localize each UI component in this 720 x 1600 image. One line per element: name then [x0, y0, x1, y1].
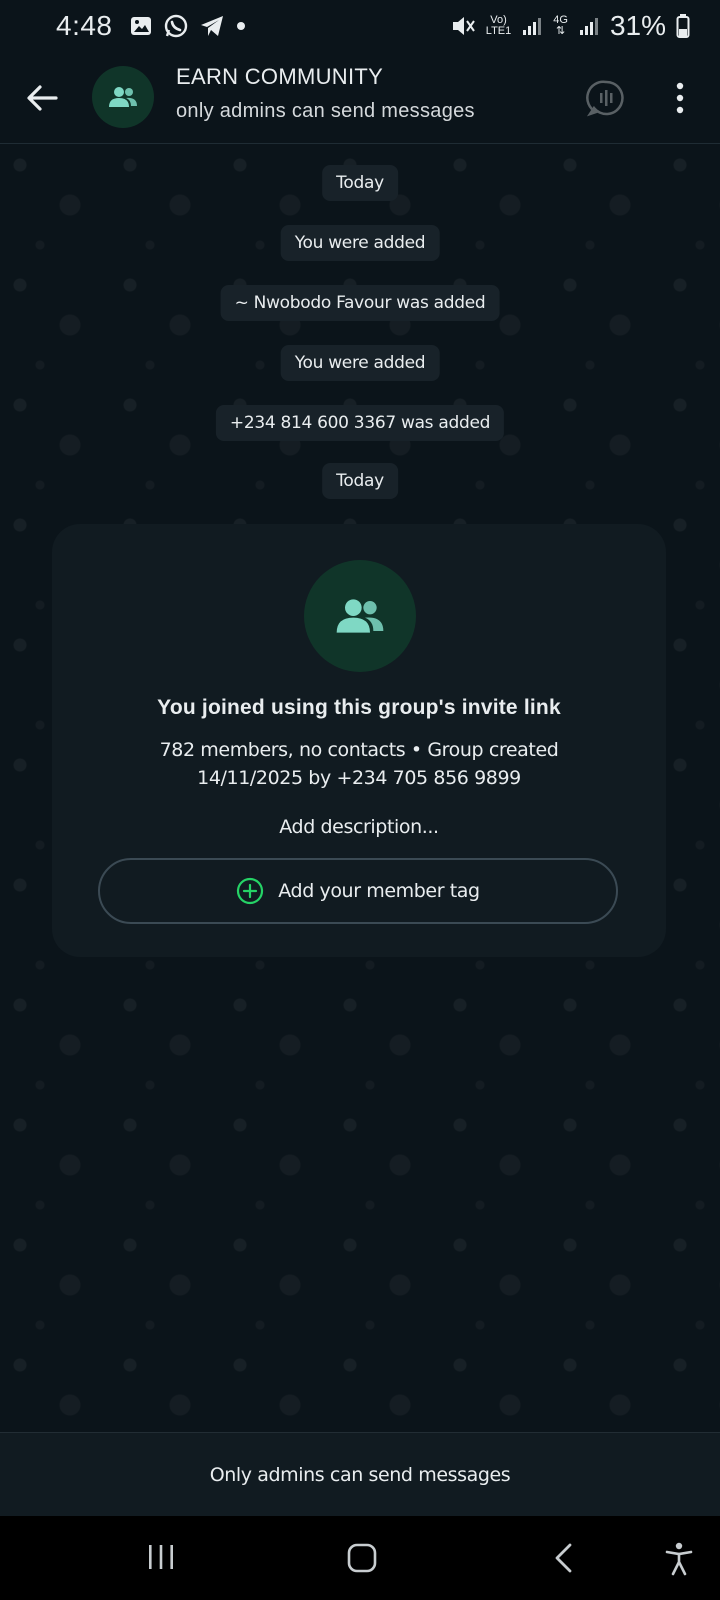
member-tag-label: Add your member tag	[278, 880, 480, 902]
status-bar: 4:48 Vo) LTE1 4G ⇅ 31%	[0, 0, 720, 52]
system-message: You were added	[280, 345, 440, 381]
gallery-icon	[130, 17, 151, 35]
header-title-block[interactable]: EARN COMMUNITY only admins can send mess…	[176, 64, 475, 123]
accessibility-icon[interactable]	[664, 1542, 694, 1576]
telegram-icon	[200, 16, 223, 36]
admins-only-notice: Only admins can send messages	[0, 1432, 720, 1516]
system-icons: Vo) LTE1 4G ⇅ 31%	[450, 10, 690, 42]
system-message: +234 814 600 3367 was added	[215, 405, 505, 441]
add-description-link[interactable]: Add description...	[52, 816, 666, 838]
card-meta-line: 782 members, no contacts • Group created	[159, 739, 559, 761]
signal-icon	[523, 18, 542, 35]
volte-indicator: Vo) LTE1	[485, 14, 512, 37]
home-icon[interactable]	[346, 1542, 378, 1574]
system-nav-bar	[0, 1516, 720, 1600]
card-title: You joined using this group's invite lin…	[157, 696, 561, 719]
chat-header: EARN COMMUNITY only admins can send mess…	[0, 52, 720, 144]
notification-icons	[129, 13, 247, 39]
card-group-avatar	[304, 560, 416, 672]
date-pill: Today	[322, 165, 398, 201]
arrow-left-icon[interactable]	[24, 80, 60, 116]
whatsapp-icon	[164, 14, 187, 38]
network-4g-indicator: 4G ⇅	[553, 14, 568, 37]
back-chevron-icon[interactable]	[552, 1542, 576, 1574]
battery-icon	[676, 14, 690, 38]
chat-area[interactable]: Today You were added ~ Nwobodo Favour wa…	[0, 145, 720, 1432]
battery-percent: 31%	[609, 10, 666, 41]
system-message: You were added	[280, 225, 440, 261]
group-subtitle: only admins can send messages	[176, 100, 475, 122]
mute-icon	[452, 17, 475, 35]
voice-chat-icon[interactable]	[586, 78, 626, 118]
group-info-card: You joined using this group's invite lin…	[52, 524, 666, 957]
card-meta-line: 14/11/2025 by +234 705 856 9899	[197, 767, 521, 789]
group-people-icon	[109, 87, 137, 107]
plus-circle-icon	[237, 877, 264, 905]
card-meta: 782 members, no contacts • Group created…	[112, 736, 606, 792]
signal-icon-2	[579, 18, 598, 35]
add-member-tag-button[interactable]: Add your member tag	[98, 858, 618, 924]
date-pill: Today	[322, 463, 398, 499]
recents-icon[interactable]	[146, 1542, 176, 1572]
more-vertical-icon[interactable]	[668, 80, 692, 116]
system-message: ~ Nwobodo Favour was added	[220, 285, 500, 321]
group-people-icon	[336, 599, 384, 633]
group-avatar[interactable]	[92, 66, 154, 128]
group-name: EARN COMMUNITY	[176, 64, 384, 89]
dot-icon	[236, 22, 245, 30]
status-time: 4:48	[56, 10, 113, 41]
